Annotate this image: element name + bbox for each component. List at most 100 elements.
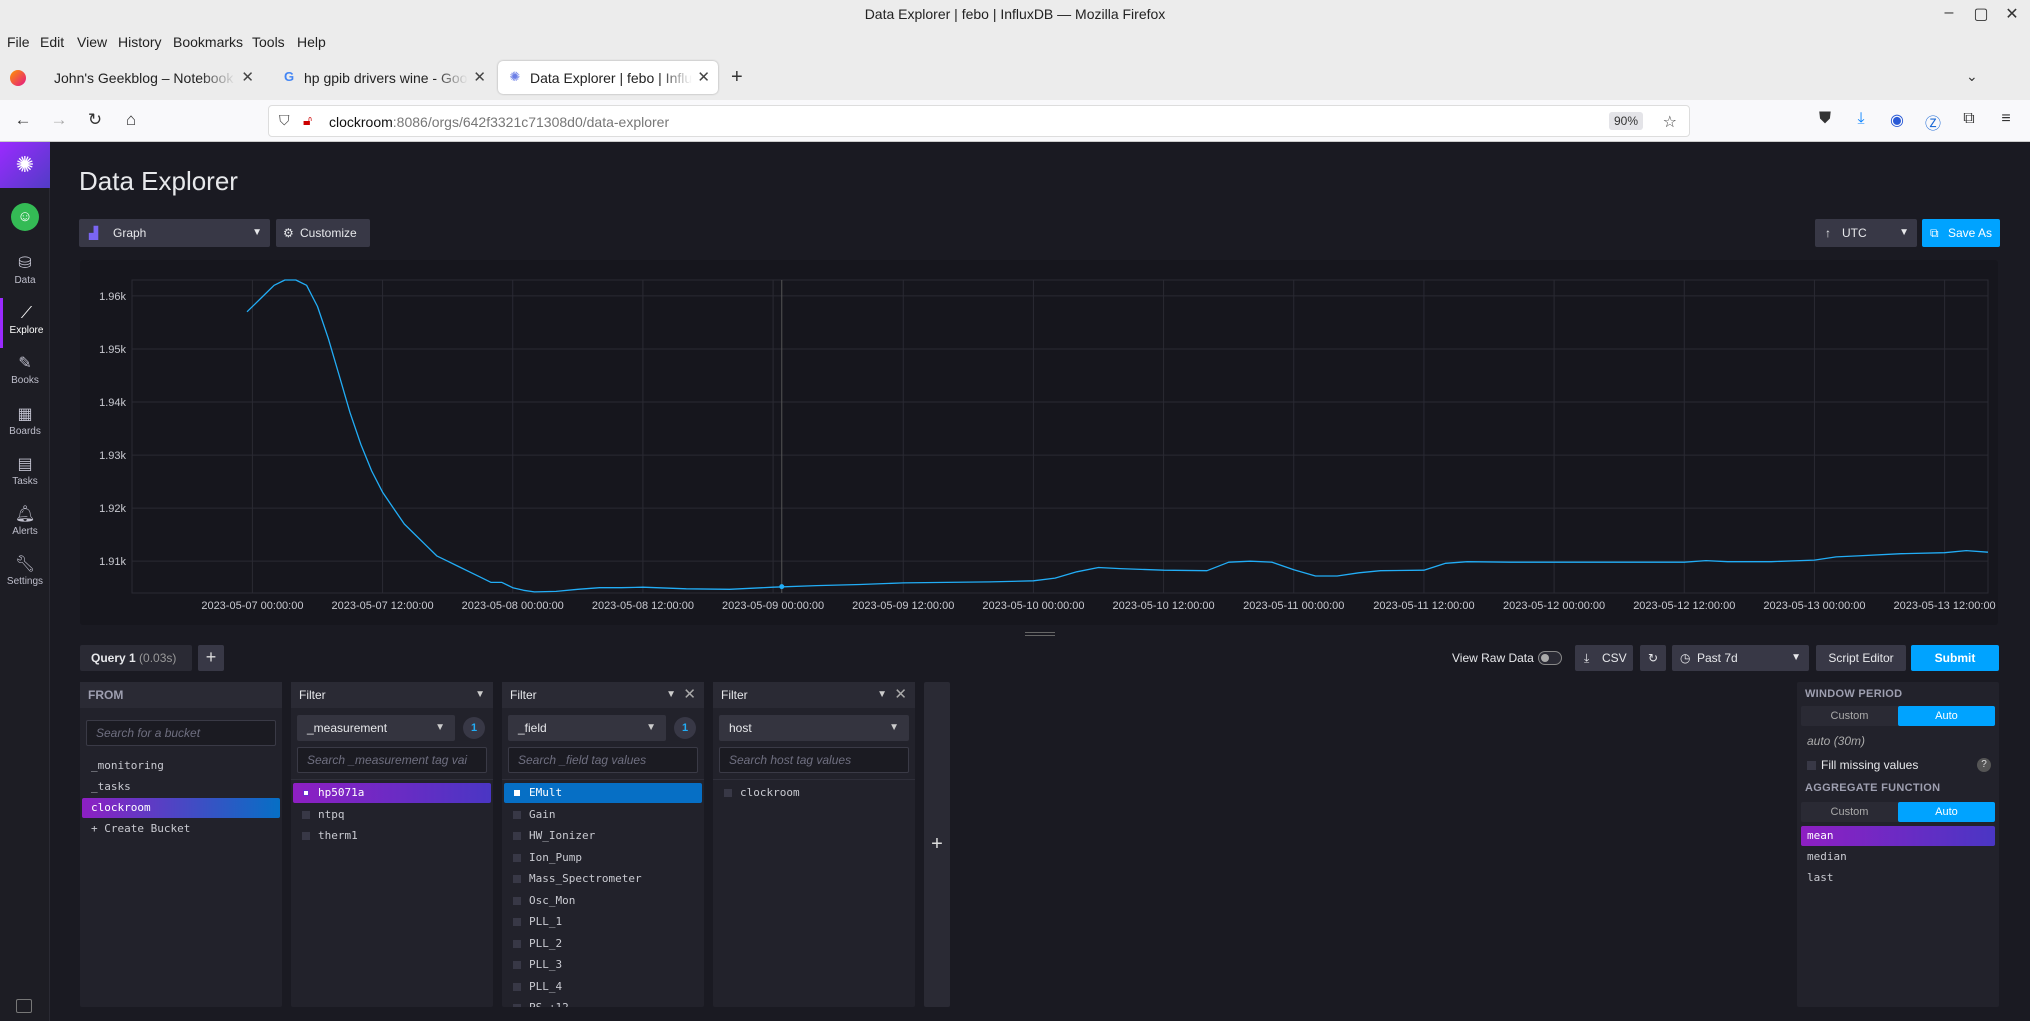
- zoom-level[interactable]: 90%: [1608, 112, 1643, 130]
- save-as-button[interactable]: ⧉ Save As: [1922, 219, 2000, 247]
- checkbox[interactable]: [513, 853, 521, 862]
- bookmark-star-icon[interactable]: ☆: [1663, 112, 1677, 132]
- minimize-icon[interactable]: –: [1935, 4, 1963, 22]
- forward-icon[interactable]: →: [48, 110, 70, 130]
- filter-key-dropdown[interactable]: _measurement ▼: [297, 715, 455, 741]
- maximize-icon[interactable]: ▢: [1967, 4, 1995, 24]
- sidebar-item-boards[interactable]: ▦ Boards: [0, 399, 50, 449]
- menu-bookmarks[interactable]: Bookmarks: [173, 34, 243, 50]
- add-filter-button[interactable]: +: [924, 682, 950, 1007]
- tag-value-item[interactable]: therm1: [293, 826, 491, 846]
- time-range-dropdown[interactable]: ◷ Past 7d ▼: [1672, 645, 1809, 671]
- checkbox[interactable]: [513, 810, 521, 819]
- tag-value-item[interactable]: Ion_Pump: [504, 848, 702, 868]
- shield-icon[interactable]: ⛉: [279, 112, 290, 129]
- tab-close-icon[interactable]: ✕: [697, 68, 710, 86]
- tag-value-item[interactable]: Osc_Mon: [504, 891, 702, 911]
- tab-google[interactable]: G hp gpib drivers wine - Googl ✕: [272, 61, 494, 94]
- zotero-icon[interactable]: Ⓩ: [1922, 110, 1944, 134]
- password-manager-icon[interactable]: ◉: [1886, 110, 1908, 130]
- user-avatar-icon[interactable]: ☺: [11, 203, 39, 231]
- sidebar-item-data[interactable]: ⛁ Data: [0, 248, 50, 298]
- sidebar-item-tasks[interactable]: ▤ Tasks: [0, 449, 50, 499]
- script-editor-button[interactable]: Script Editor: [1816, 645, 1906, 671]
- line-chart[interactable]: 1.96k 1.95k 1.94k 1.93k 1.92k 1.91k 2023-05-07…: [80, 260, 1998, 625]
- tag-value-item[interactable]: HW_Ionizer: [504, 826, 702, 846]
- aggregate-function-item[interactable]: median: [1801, 847, 1995, 867]
- aggregate-auto-option[interactable]: Auto: [1898, 802, 1995, 822]
- collapse-sidebar-icon[interactable]: [16, 999, 32, 1013]
- aggregate-function-item[interactable]: last: [1801, 868, 1995, 888]
- tab-data-explorer[interactable]: ✺ Data Explorer | febo | Influx ✕: [498, 61, 718, 94]
- new-tab-icon[interactable]: +: [731, 66, 743, 89]
- checkbox[interactable]: [513, 1004, 521, 1007]
- graph-panel[interactable]: 1.96k 1.95k 1.94k 1.93k 1.92k 1.91k 2023-05-07…: [80, 260, 1998, 625]
- filter-header[interactable]: Filter ▼: [291, 682, 493, 708]
- aggregate-function-item[interactable]: mean: [1801, 826, 1995, 846]
- menu-view[interactable]: View: [77, 34, 107, 50]
- tag-value-item[interactable]: ntpq: [293, 805, 491, 825]
- downloads-icon[interactable]: ⤓: [1850, 110, 1872, 128]
- window-custom-option[interactable]: Custom: [1801, 706, 1898, 726]
- menu-history[interactable]: History: [118, 34, 162, 50]
- aggregate-toggle[interactable]: Custom Auto: [1801, 802, 1995, 822]
- url-text[interactable]: clockroom:8086/orgs/642f3321c71308d0/dat…: [329, 114, 669, 130]
- sidebar-item-alerts[interactable]: 🔔︎ Alerts: [0, 499, 50, 549]
- tab-geekblog[interactable]: John's Geekblog – Notebook of ✕: [38, 61, 262, 94]
- tag-value-item[interactable]: PLL_2: [504, 934, 702, 954]
- tag-value-item[interactable]: PLL_3: [504, 955, 702, 975]
- timezone-dropdown[interactable]: ↑ UTC ▼: [1815, 219, 1917, 247]
- filter-key-dropdown[interactable]: host ▼: [719, 715, 909, 741]
- csv-button[interactable]: ⤓ CSV: [1575, 645, 1633, 671]
- tag-value-item[interactable]: Mass_Spectrometer: [504, 869, 702, 889]
- insecure-lock-icon[interactable]: 🔓︎: [303, 112, 312, 129]
- influx-logo-icon[interactable]: ✺: [0, 142, 50, 188]
- resize-handle[interactable]: [1025, 632, 1055, 636]
- create-bucket-button[interactable]: + Create Bucket: [82, 819, 280, 839]
- list-tabs-icon[interactable]: ⌄: [1966, 68, 1978, 85]
- refresh-button[interactable]: ↻: [1640, 645, 1666, 671]
- checkbox[interactable]: [724, 789, 732, 797]
- bucket-search-input[interactable]: Search for a bucket: [86, 720, 276, 746]
- checkbox[interactable]: [302, 832, 310, 840]
- help-icon[interactable]: ?: [1977, 758, 1991, 772]
- bucket-item[interactable]: _monitoring: [82, 756, 280, 776]
- checkbox[interactable]: [303, 790, 309, 796]
- chevron-down-icon[interactable]: ▼: [666, 682, 676, 708]
- close-filter-icon[interactable]: ✕: [683, 682, 696, 708]
- customize-button[interactable]: ⚙ Customize: [276, 219, 370, 247]
- chevron-down-icon[interactable]: ▼: [877, 682, 887, 708]
- extensions-icon[interactable]: ⧉: [1958, 110, 1980, 128]
- tag-search-input[interactable]: Search _field tag values: [508, 747, 698, 773]
- tag-search-input[interactable]: Search host tag values: [719, 747, 909, 773]
- menu-edit[interactable]: Edit: [40, 34, 64, 50]
- aggregate-custom-option[interactable]: Custom: [1801, 802, 1898, 822]
- checkbox[interactable]: [513, 982, 521, 991]
- bucket-item[interactable]: _tasks: [82, 777, 280, 797]
- sidebar-item-explore[interactable]: ⟋ Explore: [0, 298, 50, 348]
- checkbox[interactable]: [513, 832, 521, 840]
- checkbox[interactable]: [513, 918, 521, 926]
- tag-value-item[interactable]: hp5071a: [293, 783, 491, 803]
- graph-type-dropdown[interactable]: ▟ Graph ▼: [79, 219, 270, 247]
- sidebar-item-books[interactable]: ✎ Books: [0, 348, 50, 398]
- tag-value-item[interactable]: PLL_4: [504, 977, 702, 997]
- tag-value-item[interactable]: PLL_1: [504, 912, 702, 932]
- tag-value-item[interactable]: Gain: [504, 805, 702, 825]
- checkbox[interactable]: [513, 961, 521, 969]
- sidebar-item-settings[interactable]: 🔧︎ Settings: [0, 549, 50, 599]
- reload-icon[interactable]: ↻: [84, 110, 106, 130]
- add-query-button[interactable]: +: [198, 645, 224, 671]
- query-tab[interactable]: Query 1 (0.03s): [80, 645, 192, 671]
- view-raw-data-toggle[interactable]: [1538, 651, 1562, 665]
- close-window-icon[interactable]: ✕: [1998, 4, 2026, 24]
- window-auto-option[interactable]: Auto: [1898, 706, 1995, 726]
- submit-button[interactable]: Submit: [1911, 645, 1999, 671]
- tag-search-input[interactable]: Search _measurement tag vai: [297, 747, 487, 773]
- checkbox[interactable]: [302, 810, 310, 819]
- checkbox[interactable]: [513, 939, 521, 948]
- tab-close-icon[interactable]: ✕: [473, 68, 486, 86]
- checkbox[interactable]: [513, 875, 521, 883]
- url-bar[interactable]: ⛉ 🔓︎ clockroom:8086/orgs/642f3321c71308d…: [268, 105, 1690, 137]
- tab-close-icon[interactable]: ✕: [241, 68, 254, 86]
